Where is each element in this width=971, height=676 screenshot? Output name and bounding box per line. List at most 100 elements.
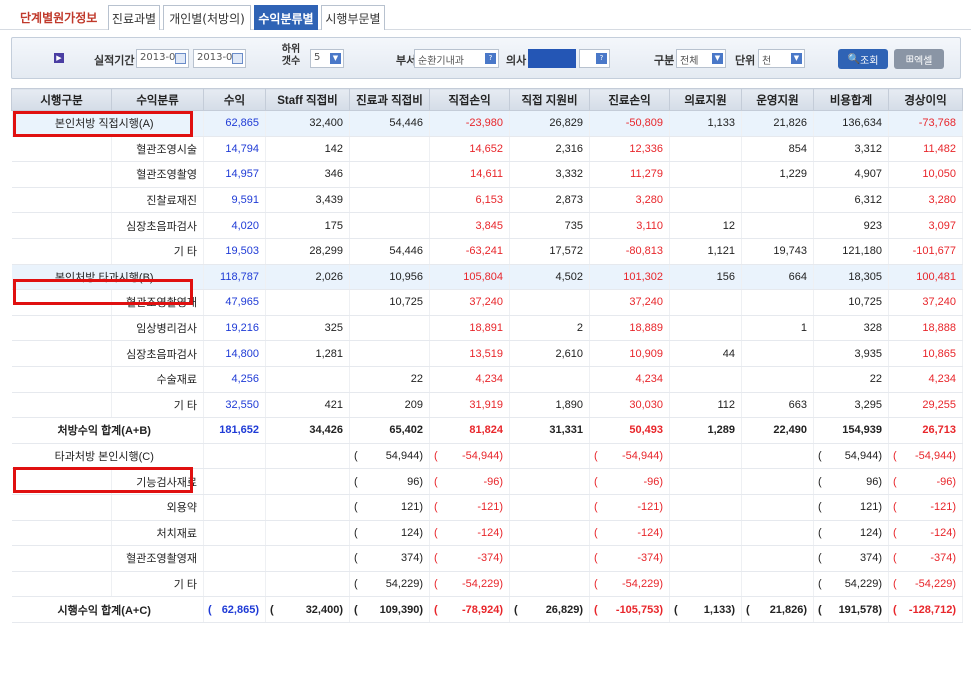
table-row[interactable]: 혈관조영시술 14,794 142 14,652 2,316 12,336 854 3,312… bbox=[11, 136, 963, 163]
cell-value: 124) bbox=[400, 526, 423, 539]
cell-value: 54,229) bbox=[385, 577, 423, 590]
cell-의료지원: 112 bbox=[669, 392, 742, 419]
calendar-icon[interactable] bbox=[232, 53, 243, 64]
search-icon[interactable]: ? bbox=[596, 53, 607, 64]
search-button[interactable]: 🔍 조회 bbox=[838, 49, 888, 69]
column-header[interactable]: Staff 직접비 bbox=[265, 88, 350, 111]
table-row[interactable]: 시행수익 합계(A+C)(62,865)(32,400)(109,390)(-7… bbox=[11, 596, 963, 623]
cell-진료손익: -50,809 bbox=[589, 110, 670, 137]
cell-직접손익: -63,241 bbox=[429, 238, 510, 265]
column-header[interactable]: 의료지원 bbox=[669, 88, 742, 111]
cell-Staff 직접비: 1,281 bbox=[265, 340, 350, 367]
cell-경상이익: 10,050 bbox=[888, 161, 963, 188]
period-to-input[interactable]: 2013-04 bbox=[193, 49, 246, 68]
cell-value: -121) bbox=[637, 501, 663, 514]
table-row[interactable]: 처치재료(124)(-124)(-124)(124)(-124) bbox=[11, 520, 963, 547]
table-row[interactable]: 본인처방 직접시행(A) 62,865 32,400 54,446 -23,980 26,… bbox=[11, 110, 963, 137]
table-row[interactable]: 임상병리검사 19,216 325 18,891 2 18,889 1 328 18,888 bbox=[11, 315, 963, 342]
table-row[interactable]: 진찰료재진 9,591 3,439 6,153 2,873 3,280 6,312 3,280 bbox=[11, 187, 963, 214]
doctor-input[interactable] bbox=[528, 49, 576, 68]
table-row[interactable]: 타과처방 본인시행(C)(54,944)(-54,944)(-54,944)(5… bbox=[11, 443, 963, 470]
sub-count-select[interactable]: 5 ▼ bbox=[310, 49, 344, 68]
cell-진료과 직접비: 22 bbox=[349, 366, 430, 393]
table-row[interactable]: 기 타 19,503 28,299 54,446 -63,241 17,572 -80,81… bbox=[11, 238, 963, 265]
doctor-search[interactable]: ? bbox=[579, 49, 610, 68]
cell-진료과 직접비 bbox=[349, 212, 430, 239]
cell-진료과 직접비: (54,944) bbox=[349, 443, 430, 470]
table-row[interactable]: 처방수익 합계(A+B) 181,652 34,426 65,402 81,824 31,… bbox=[11, 417, 963, 444]
cell-운영지원 bbox=[741, 494, 814, 521]
cell-비용합계: 3,935 bbox=[813, 340, 889, 367]
column-header[interactable]: 수익 bbox=[203, 88, 266, 111]
column-header[interactable]: 경상이익 bbox=[888, 88, 963, 111]
cell-운영지원 bbox=[741, 571, 814, 598]
column-header[interactable]: 수익분류 bbox=[111, 88, 204, 111]
calendar-icon[interactable] bbox=[175, 53, 186, 64]
table-row[interactable]: 기능검사재료(96)(-96)(-96)(96)(-96) bbox=[11, 468, 963, 495]
table-row[interactable]: 혈관조영촬영 14,957 346 14,611 3,332 11,279 1,229 4,9… bbox=[11, 161, 963, 188]
tab-dept[interactable]: 진료과별 bbox=[108, 5, 160, 30]
table-row[interactable]: 혈관조영촬영재(374)(-374)(-374)(374)(-374) bbox=[11, 545, 963, 572]
cell-Staff 직접비: 142 bbox=[265, 136, 350, 163]
column-header[interactable]: 운영지원 bbox=[741, 88, 814, 111]
cell-수익: 14,800 bbox=[203, 340, 266, 367]
cell-수익: 118,787 bbox=[203, 264, 266, 291]
table-row[interactable]: 심장초음파검사 4,020 175 3,845 735 3,110 12 923 3,097 bbox=[11, 212, 963, 239]
cell-직접손익: -23,980 bbox=[429, 110, 510, 137]
cell-경상이익: 10,865 bbox=[888, 340, 963, 367]
paren-value: (-96) bbox=[590, 476, 663, 488]
table-row[interactable]: 본인처방 타과시행(B) 118,787 2,026 10,956 105,804 4,5… bbox=[11, 264, 963, 291]
expand-icon[interactable]: ▶ bbox=[54, 53, 64, 63]
cell-직접손익: 81,824 bbox=[429, 417, 510, 444]
cell-진료손익: 4,234 bbox=[589, 366, 670, 393]
search-icon[interactable]: ? bbox=[485, 53, 496, 64]
cell-진료손익: 30,030 bbox=[589, 392, 670, 419]
row-group-empty bbox=[11, 187, 112, 214]
column-header[interactable]: 직접 지원비 bbox=[509, 88, 590, 111]
dept-input[interactable]: 순환기내과? bbox=[414, 49, 499, 68]
cell-value: -96) bbox=[643, 475, 663, 488]
cell-Staff 직접비: 325 bbox=[265, 315, 350, 342]
paren-open: ( bbox=[594, 603, 598, 616]
table-row[interactable]: 기 타(54,229)(-54,229)(-54,229)(54,229)(-5… bbox=[11, 571, 963, 598]
table-row[interactable]: 심장초음파검사 14,800 1,281 13,519 2,610 10,909 44 3,9… bbox=[11, 340, 963, 367]
paren-value: (124) bbox=[814, 527, 882, 539]
tab-revenue-class[interactable]: 수익분류별 bbox=[254, 5, 318, 30]
cell-value: -121) bbox=[930, 501, 956, 514]
cell-경상이익: (-124) bbox=[888, 520, 963, 547]
paren-value: (-374) bbox=[889, 552, 956, 564]
period-from-input[interactable]: 2013-04 bbox=[136, 49, 189, 68]
cell-Staff 직접비: (32,400) bbox=[265, 596, 350, 623]
category-select[interactable]: 전체 ▼ bbox=[676, 49, 726, 68]
paren-value: (-124) bbox=[430, 527, 503, 539]
cell-의료지원: 12 bbox=[669, 212, 742, 239]
cell-수익: 14,957 bbox=[203, 161, 266, 188]
excel-button[interactable]: ⊞ 엑셀 bbox=[894, 49, 944, 69]
paren-open: ( bbox=[893, 475, 897, 488]
cell-진료손익: 101,302 bbox=[589, 264, 670, 291]
table-row[interactable]: 기 타 32,550 421 209 31,919 1,890 30,030 112 663 3,… bbox=[11, 392, 963, 419]
paren-value: (1,133) bbox=[670, 604, 735, 616]
paren-open: ( bbox=[354, 450, 358, 463]
cell-진료과 직접비: (96) bbox=[349, 468, 430, 495]
cell-직접손익: 3,845 bbox=[429, 212, 510, 239]
cell-운영지원: 21,826 bbox=[741, 110, 814, 137]
table-row[interactable]: 수술재료 4,256 22 4,234 4,234 22 4,234 bbox=[11, 366, 963, 393]
table-row[interactable]: 혈관조영촬영재 47,965 10,725 37,240 37,240 10,725 37,… bbox=[11, 289, 963, 316]
tab-exec-section[interactable]: 시행부문별 bbox=[321, 5, 385, 30]
cell-진료손익: 37,240 bbox=[589, 289, 670, 316]
column-header[interactable]: 진료손익 bbox=[589, 88, 670, 111]
column-header[interactable]: 비용합계 bbox=[813, 88, 889, 111]
cell-value: 21,826) bbox=[769, 603, 807, 616]
column-header[interactable]: 진료과 직접비 bbox=[349, 88, 430, 111]
column-header[interactable]: 시행구분 bbox=[11, 88, 112, 111]
cell-비용합계: 3,312 bbox=[813, 136, 889, 163]
cell-경상이익: (-96) bbox=[888, 468, 963, 495]
tab-individual[interactable]: 개인별(처방의) bbox=[163, 5, 251, 30]
column-header[interactable]: 직접손익 bbox=[429, 88, 510, 111]
cell-수익 bbox=[203, 571, 266, 598]
table-row[interactable]: 외용약(121)(-121)(-121)(121)(-121) bbox=[11, 494, 963, 521]
sub-count-value: 5 bbox=[314, 52, 321, 63]
paren-open: ( bbox=[674, 603, 678, 616]
unit-select[interactable]: 천 ▼ bbox=[758, 49, 805, 68]
